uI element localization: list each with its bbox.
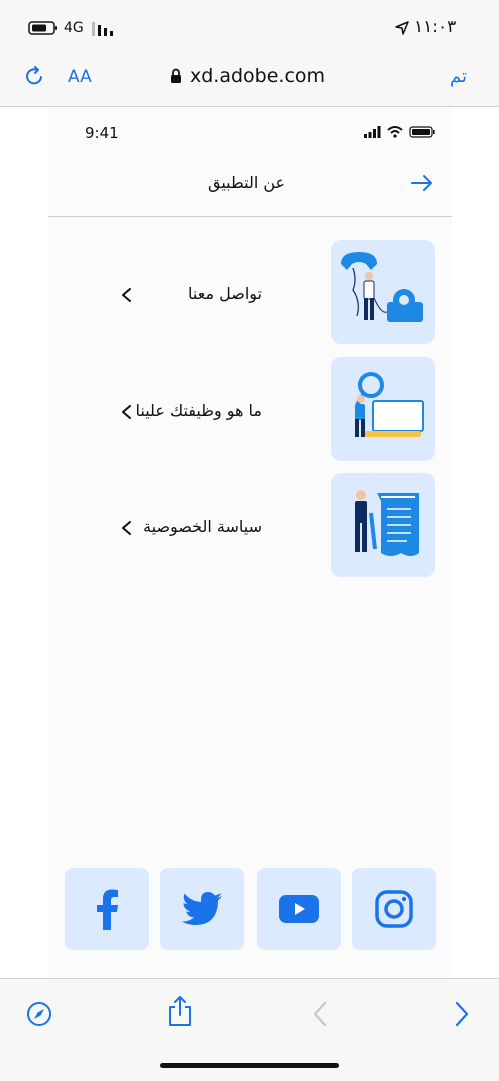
- phone-illustration-icon: [331, 240, 435, 344]
- menu-item-contact[interactable]: تواصل معنا: [48, 240, 452, 344]
- battery-icon: [28, 20, 58, 35]
- menu-item-label: سياسة الخصوصية: [143, 517, 262, 536]
- carrier-label: 4G: [64, 20, 84, 36]
- chevron-left-icon: [118, 403, 136, 421]
- lock-icon: [170, 68, 182, 88]
- compass-icon[interactable]: [26, 1001, 52, 1031]
- back-arrow-icon[interactable]: [410, 174, 434, 196]
- facebook-button[interactable]: [65, 868, 149, 950]
- done-button[interactable]: تم: [450, 66, 467, 87]
- mock-status-time: 9:41: [85, 124, 119, 142]
- forward-icon[interactable]: [454, 1001, 470, 1031]
- share-icon[interactable]: [167, 995, 193, 1031]
- text-size-button[interactable]: AA: [68, 67, 92, 87]
- twitter-button[interactable]: [160, 868, 244, 950]
- youtube-button[interactable]: [257, 868, 341, 950]
- location-arrow-icon: [395, 20, 409, 39]
- browser-url-bar: AA xd.adobe.com تم: [0, 56, 499, 107]
- twitter-icon: [182, 892, 222, 925]
- menu-item-label: تواصل معنا: [188, 284, 262, 303]
- ios-status-bar: 4G ١١:٠٣: [0, 0, 499, 56]
- chevron-left-icon: [118, 519, 136, 537]
- url-text[interactable]: xd.adobe.com: [190, 65, 325, 87]
- search-illustration-icon: [331, 357, 435, 461]
- page-title: عن التطبيق: [208, 173, 286, 192]
- back-icon[interactable]: [312, 1001, 328, 1031]
- menu-item-label: ما هو وظيفتك علينا: [135, 401, 262, 420]
- instagram-icon: [375, 890, 413, 928]
- instagram-button[interactable]: [352, 868, 436, 950]
- mock-status-icons: [364, 124, 438, 143]
- facebook-icon: [97, 889, 118, 930]
- menu-item-about-role[interactable]: ما هو وظيفتك علينا: [48, 357, 452, 461]
- menu-item-privacy[interactable]: سياسة الخصوصية: [48, 473, 452, 577]
- reload-icon[interactable]: [24, 65, 46, 91]
- youtube-icon: [279, 895, 319, 923]
- status-time: ١١:٠٣: [414, 17, 457, 37]
- signal-icon: [92, 21, 116, 40]
- chevron-left-icon: [118, 286, 136, 304]
- home-indicator: [160, 1063, 339, 1068]
- document-illustration-icon: [331, 473, 435, 577]
- header-divider: [48, 216, 452, 217]
